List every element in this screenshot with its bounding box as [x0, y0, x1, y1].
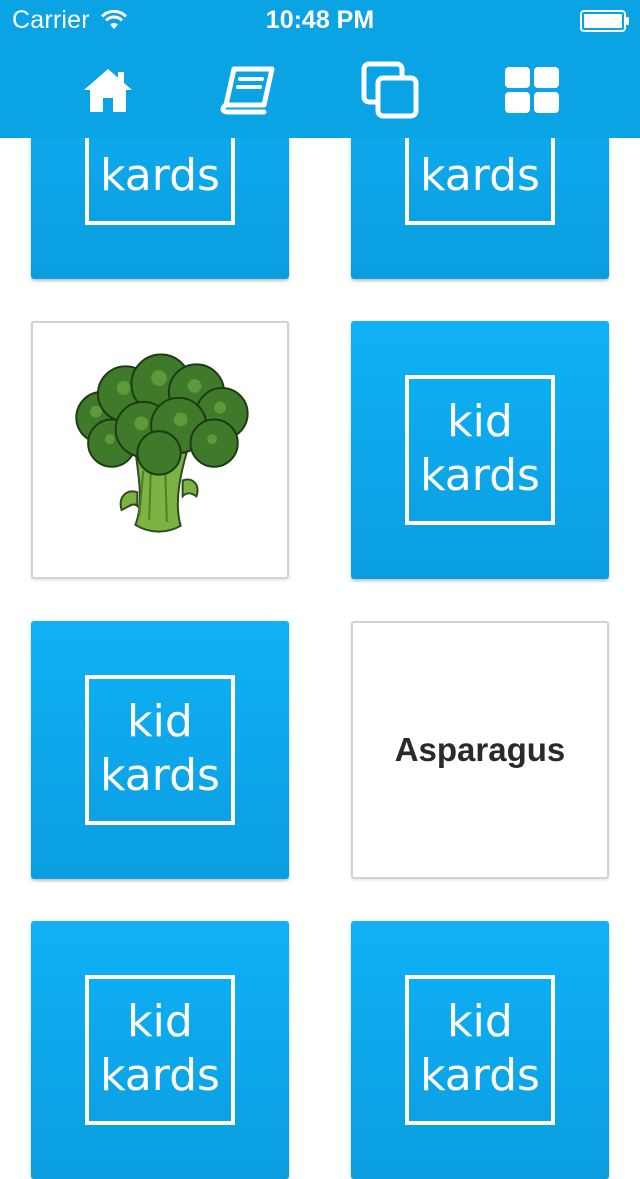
logo-line-kards: kards: [420, 450, 540, 501]
card-grid: kid kards kid kards: [0, 0, 640, 1179]
logo-line-kid: kid: [447, 396, 513, 447]
grid-view-button[interactable]: [492, 50, 572, 130]
kid-kards-logo: kid kards: [85, 975, 235, 1125]
copy-icon: [361, 61, 419, 119]
battery-icon: [580, 10, 629, 32]
logo-line-kid: kid: [447, 996, 513, 1047]
app-header: Carrier 10:48 PM: [0, 0, 640, 138]
logo-line-kards: kards: [420, 150, 540, 201]
logo-line-kid: kid: [127, 696, 193, 747]
logo-line-kards: kards: [420, 1050, 540, 1101]
logo-line-kards: kards: [100, 1050, 220, 1101]
card-back[interactable]: kid kards: [31, 921, 289, 1179]
card-back[interactable]: kid kards: [31, 621, 289, 879]
card-back[interactable]: kid kards: [351, 921, 609, 1179]
logo-line-kards: kards: [100, 150, 220, 201]
grid-icon: [505, 67, 559, 113]
clock-label: 10:48 PM: [265, 6, 375, 34]
card-back[interactable]: kid kards: [351, 321, 609, 579]
book-icon: [220, 66, 275, 115]
logo-line-kid: kid: [127, 996, 193, 1047]
book-button[interactable]: [208, 50, 288, 130]
card-asparagus[interactable]: Asparagus: [351, 621, 609, 879]
copy-button[interactable]: [350, 50, 430, 130]
status-bar: Carrier 10:48 PM: [0, 0, 640, 40]
kid-kards-logo: kid kards: [405, 975, 555, 1125]
broccoli-image: [75, 353, 249, 533]
home-button[interactable]: [68, 50, 148, 130]
card-word-label: Asparagus: [394, 731, 566, 768]
card-broccoli[interactable]: [31, 321, 289, 579]
toolbar: [0, 50, 640, 130]
logo-line-kards: kards: [100, 750, 220, 801]
kid-kards-logo: kid kards: [405, 375, 555, 525]
home-icon: [84, 69, 132, 112]
kid-kards-logo: kid kards: [85, 675, 235, 825]
